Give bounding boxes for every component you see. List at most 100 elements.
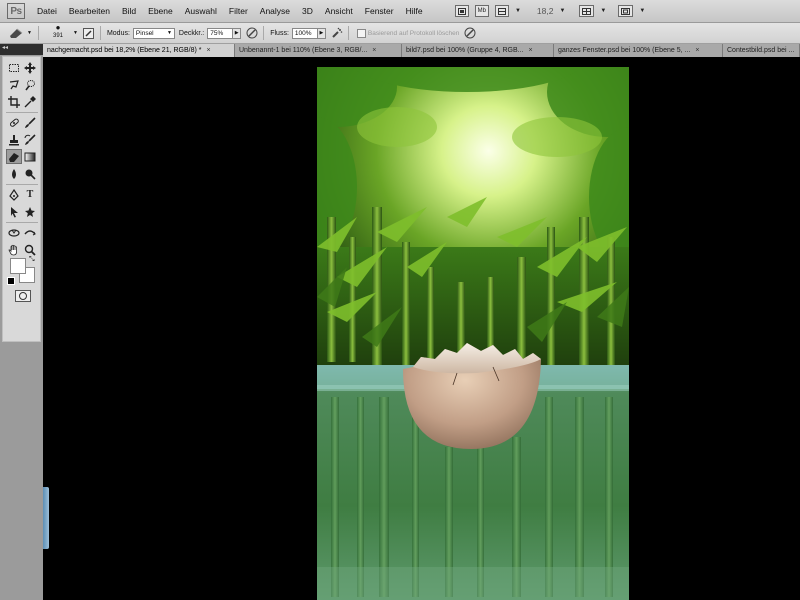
menu-bild[interactable]: Bild [116,6,142,16]
mode-select[interactable]: Pinsel ▼ [132,27,175,39]
bridge-icon[interactable] [454,5,469,17]
document-tab-bar: nachgemacht.psd bei 18,2% (Ebene 21, RGB… [43,44,800,57]
menu-ebene[interactable]: Ebene [142,6,179,16]
menu-3d[interactable]: 3D [296,6,319,16]
custom-shape-tool-icon[interactable] [22,204,38,219]
arrange-dropdown-icon[interactable]: ▼ [600,8,606,14]
screen-mode-dropdown-icon[interactable]: ▼ [639,8,645,14]
brush-dropdown-icon[interactable]: ▼ [73,30,78,36]
mode-select-value: Pinsel [135,29,154,37]
application-bar-icons: Mb ▼ 18,2 ▼ ▼ ▼ [454,5,645,17]
view-extras-icon[interactable] [494,5,509,17]
eyedropper-tool-icon[interactable] [22,94,38,109]
document-tab-3[interactable]: bild7.psd bei 100% (Gruppe 4, RGB... × [402,44,554,57]
separator [263,26,265,40]
floating-panel-edge [43,487,49,549]
brush-size-value: 391 [52,33,63,39]
separator [99,26,101,40]
opacity-input[interactable]: 75% [207,27,234,39]
menu-analyse[interactable]: Analyse [254,6,296,16]
tool-preset-picker[interactable]: ▼ [8,25,34,41]
separator [6,222,38,223]
menu-bar: Ps Datei Bearbeiten Bild Ebene Auswahl F… [0,0,800,23]
tool-preset-dropdown-icon: ▼ [27,30,32,36]
document-tab-5[interactable]: Contestbild.psd bei ... [723,44,800,57]
screen-mode-icon[interactable] [618,5,634,17]
bamboo-egg-artwork [317,67,629,600]
gradient-tool-icon[interactable] [22,149,38,164]
move-tool-icon[interactable] [22,60,38,75]
clone-stamp-tool-icon[interactable] [6,132,22,147]
tab-label: ganzes Fenster.psd bei 100% (Ebene 5, ..… [558,47,691,54]
brush-preset-picker[interactable]: ● 391 [43,24,73,42]
zoom-tool-icon[interactable] [22,242,38,257]
swap-colors-icon[interactable]: ⤡ [29,256,35,264]
chevron-down-icon: ▼ [166,30,172,36]
tools-panel: ◂◂ T ⤡ [0,44,43,600]
document-tab-2[interactable]: Unbenannt-1 bei 110% (Ebene 3, RGB/... × [235,44,402,57]
3d-rotate-tool-icon[interactable] [6,225,22,240]
menu-ansicht[interactable]: Ansicht [319,6,359,16]
hand-tool-icon[interactable] [6,242,22,257]
canvas-area[interactable] [43,57,800,600]
document-tab-4[interactable]: ganzes Fenster.psd bei 100% (Ebene 5, ..… [554,44,723,57]
quick-mask-mode-button[interactable] [15,290,31,302]
opacity-label: Deckkr.: [178,29,205,37]
minibridge-icon[interactable]: Mb [474,5,489,17]
separator [6,112,38,113]
menu-fenster[interactable]: Fenster [359,6,400,16]
brush-tool-icon[interactable] [22,115,38,130]
tab-label: nachgemacht.psd bei 18,2% (Ebene 21, RGB… [47,47,202,54]
close-icon[interactable]: × [372,44,376,57]
zoom-dropdown-icon[interactable]: ▼ [559,8,565,14]
view-extras-dropdown-icon[interactable]: ▼ [515,8,521,14]
document-tab-1[interactable]: nachgemacht.psd bei 18,2% (Ebene 21, RGB… [43,44,235,57]
zoom-level[interactable]: 18,2 [537,6,554,16]
separator [6,184,38,185]
tablet-pressure-opacity-icon[interactable] [245,26,259,40]
tab-label: Contestbild.psd bei ... [727,47,795,54]
menu-auswahl[interactable]: Auswahl [179,6,223,16]
tools-column: T ⤡ [2,56,41,342]
spot-healing-brush-tool-icon[interactable] [6,115,22,130]
opacity-slider-toggle-icon[interactable]: ▶ [233,27,242,39]
close-icon[interactable]: × [206,44,210,57]
pen-tool-icon[interactable] [6,187,22,202]
blur-tool-icon[interactable] [6,166,22,181]
default-colors-icon[interactable] [7,277,15,285]
brush-panel-toggle-icon[interactable] [82,26,96,40]
3d-orbit-tool-icon[interactable] [22,225,38,240]
flow-slider-toggle-icon[interactable]: ▶ [317,27,326,39]
tablet-pressure-size-icon[interactable] [463,26,477,40]
eraser-icon [10,28,23,38]
menu-hilfe[interactable]: Hilfe [400,6,429,16]
document-canvas-image[interactable] [317,67,629,600]
path-selection-tool-icon[interactable] [6,204,22,219]
photoshop-logo: Ps [7,3,25,19]
close-icon[interactable]: × [695,44,699,57]
quick-selection-tool-icon[interactable] [22,77,38,92]
menu-bearbeiten[interactable]: Bearbeiten [63,6,116,16]
tools-panel-collapse-icon[interactable]: ◂◂ [0,44,43,55]
foreground-color-swatch[interactable] [10,258,26,274]
menu-filter[interactable]: Filter [223,6,254,16]
erase-to-history-checkbox[interactable] [356,28,366,38]
mode-label: Modus: [106,29,130,37]
rectangular-marquee-tool-icon[interactable] [6,60,22,75]
brush-tip-icon: ● [55,23,61,32]
eraser-tool-icon[interactable] [6,149,22,164]
history-brush-tool-icon[interactable] [22,132,38,147]
erase-to-history-label: Basierend auf Protokoll löschen [367,29,460,37]
quick-mask-icon [19,292,27,300]
airbrush-icon[interactable] [330,26,344,40]
flow-input[interactable]: 100% [291,27,318,39]
menu-datei[interactable]: Datei [31,6,63,16]
flow-label: Fluss: [270,29,289,37]
arrange-documents-icon[interactable] [579,5,595,17]
close-icon[interactable]: × [529,44,533,57]
crop-tool-icon[interactable] [6,94,22,109]
type-tool-icon[interactable]: T [22,187,38,202]
lasso-tool-icon[interactable] [6,77,22,92]
options-bar: ▼ ● 391 ▼ Modus: Pinsel ▼ Deckkr.: 75% ▶… [0,23,800,44]
dodge-tool-icon[interactable] [22,166,38,181]
